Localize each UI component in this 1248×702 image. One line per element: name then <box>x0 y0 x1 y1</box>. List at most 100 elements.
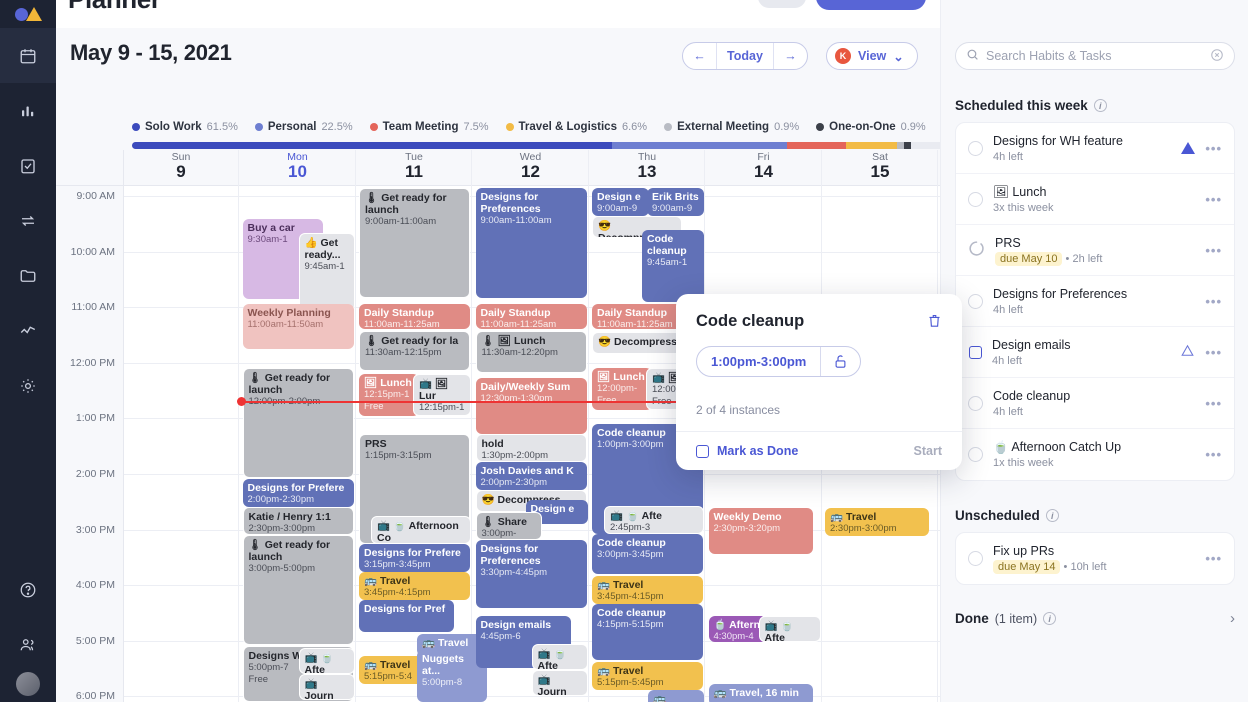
calendar-event[interactable]: Designs for Prefere 2:00pm-2:30pm <box>242 479 354 507</box>
rail-item-sync[interactable] <box>0 193 56 248</box>
scheduled-task-row[interactable]: Design emails 4h left ••• <box>956 327 1234 378</box>
calendar-event[interactable]: 🚌 Travel 2:30pm-3:00pm <box>825 508 929 536</box>
user-avatar[interactable] <box>16 672 40 696</box>
legend-item[interactable]: Personal 22.5% <box>254 121 353 133</box>
next-week-button[interactable]: → <box>773 43 807 69</box>
trash-icon[interactable] <box>927 312 942 332</box>
scheduled-task-row[interactable]: Designs for WH feature 4h left ••• <box>956 123 1234 174</box>
calendar-event[interactable]: Designs for Prefere 3:15pm-3:45pm <box>359 544 470 572</box>
rail-item-people[interactable] <box>0 617 56 672</box>
task-toggle-circle[interactable] <box>968 447 983 462</box>
today-button[interactable]: Today <box>717 43 773 69</box>
calendar-event[interactable]: Design e 9:00am-9 <box>592 188 649 216</box>
calendar-event[interactable]: 📺 🍵 Afte 2:45pm-3 <box>604 506 704 534</box>
calendar-event[interactable]: 🚌 Travel <box>648 690 704 702</box>
calendar-event[interactable]: 🌡 Get ready for launch 9:00am-11:00am <box>359 188 470 298</box>
scheduled-task-row[interactable]: Designs for Preferences 4h left ••• <box>956 276 1234 327</box>
header-primary-button[interactable] <box>816 0 926 10</box>
header-secondary-button[interactable] <box>758 0 806 8</box>
calendar-event[interactable]: Weekly Demo 2:30pm-3:20pm <box>708 508 813 554</box>
calendar-event[interactable]: 🌡 Get ready for launch 3:00pm-5:00pm <box>242 535 354 645</box>
calendar-event[interactable]: Josh Davies and K 2:00pm-2:30pm <box>475 462 587 490</box>
task-progress-ring[interactable] <box>968 240 985 260</box>
calendar-event[interactable]: 🚌 Travel 5:15pm-5:45pm <box>592 662 703 690</box>
calendar-event[interactable]: 🖼 Lunch 12:00pm- Free <box>592 368 652 410</box>
task-more-options[interactable]: ••• <box>1205 243 1222 258</box>
legend-item[interactable]: External Meeting 0.9% <box>664 121 799 133</box>
legend-item[interactable]: One-on-One 0.9% <box>816 121 926 133</box>
calendar-event[interactable]: 📺 🍵 Afternoon Co2:45pm-3:10pm <box>371 516 471 544</box>
calendar-event[interactable]: 📺 🖼 Lur12:15pm-1Free <box>413 374 471 416</box>
priority-flag-icon[interactable] <box>1180 344 1195 360</box>
calendar-event[interactable]: hold 1:30pm-2:00pm <box>475 434 587 462</box>
task-more-options[interactable]: ••• <box>1205 192 1222 207</box>
task-more-options[interactable]: ••• <box>1205 396 1222 411</box>
calendar-event[interactable]: Code cleanup 9:45am-1 <box>642 230 704 302</box>
done-section-header[interactable]: Done (1 item) i › <box>955 610 1235 627</box>
info-icon[interactable]: i <box>1093 99 1107 112</box>
day-header-sun[interactable]: Sun 9 <box>124 150 239 186</box>
legend-item[interactable]: Solo Work 61.5% <box>132 121 238 133</box>
task-more-options[interactable]: ••• <box>1205 551 1222 566</box>
task-toggle-circle[interactable] <box>968 140 983 156</box>
rail-item-tasks[interactable] <box>0 138 56 193</box>
rail-item-analytics[interactable] <box>0 83 56 138</box>
calendar-event[interactable]: 🌡 🖼 Lunch 11:30am-12:20pm <box>475 331 587 373</box>
scheduled-task-row[interactable]: Code cleanup 4h left ••• <box>956 378 1234 429</box>
legend-item[interactable]: Team Meeting 7.5% <box>369 121 489 133</box>
priority-flag-icon[interactable] <box>1181 142 1196 154</box>
legend-item[interactable]: Travel & Logistics 6.6% <box>505 121 647 133</box>
calendar-event[interactable]: Code cleanup 4:15pm-5:15pm <box>592 604 703 660</box>
calendar-event[interactable]: Weekly Planning 11:00am-11:50am <box>242 304 354 349</box>
calendar-event[interactable]: Designs for Preferences 9:00am-11:00am <box>475 188 587 298</box>
day-header-mon[interactable]: Mon 10 <box>241 150 356 186</box>
info-icon[interactable]: i <box>1045 509 1059 522</box>
task-more-options[interactable]: ••• <box>1205 447 1222 462</box>
scheduled-task-row[interactable]: 🍵 Afternoon Catch Up 1x this week ••• <box>956 429 1234 480</box>
info-icon[interactable]: i <box>1043 612 1057 625</box>
calendar-event[interactable]: Designs for Preferences 3:30pm-4:45pm <box>475 540 587 608</box>
calendar-event[interactable]: 📺 🍵 Afte5:00pm-5 <box>298 648 355 674</box>
mark-done-checkbox[interactable] <box>696 444 709 458</box>
calendar-event[interactable]: 🍵 Aftern 4:30pm-4 <box>708 616 767 642</box>
task-checkbox[interactable] <box>969 345 982 359</box>
event-detail-popover[interactable]: Code cleanup 1:00pm-3:00pm 2 of 4 instan… <box>676 294 962 470</box>
day-column-sun[interactable] <box>124 186 239 702</box>
rail-item-trends[interactable] <box>0 303 56 358</box>
calendar-event[interactable]: 📺 Journ <box>531 670 588 696</box>
calendar-event[interactable]: 🌡 Share3:00pm-3:30pm <box>475 512 542 540</box>
calendar-event[interactable]: Daily Standup 11:00am-11:25am <box>359 304 470 329</box>
view-selector-button[interactable]: K View ⌄ <box>826 42 918 70</box>
rail-item-help[interactable] <box>0 562 56 617</box>
calendar-event[interactable]: Designs for Pref <box>359 600 454 632</box>
task-more-options[interactable]: ••• <box>1205 141 1222 156</box>
rail-item-settings[interactable] <box>0 358 56 413</box>
task-toggle-circle[interactable] <box>968 293 983 309</box>
clear-search-icon[interactable] <box>1210 48 1224 65</box>
scheduled-task-row[interactable]: 🖼 Lunch 3x this week ••• <box>956 174 1234 225</box>
day-header-tue[interactable]: Tue 11 <box>357 150 472 186</box>
rail-item-folder[interactable] <box>0 248 56 303</box>
calendar-event[interactable]: Code cleanup 3:00pm-3:45pm <box>592 534 703 574</box>
task-toggle-circle[interactable] <box>968 191 983 207</box>
calendar-event[interactable]: Daily/Weekly Sum 12:30pm-1:30pm <box>475 378 587 434</box>
calendar-event[interactable]: Daily Standup 11:00am-11:25am <box>475 304 587 329</box>
calendar-event[interactable]: 🚌 Travel 3:45pm-4:15pm <box>592 576 703 604</box>
prev-week-button[interactable]: ← <box>683 43 717 69</box>
day-header-fri[interactable]: Fri 14 <box>707 150 822 186</box>
scheduled-task-row[interactable]: PRS due May 10 • 2h left ••• <box>956 225 1234 276</box>
calendar-event[interactable]: 🖼 Lunch 12:15pm-1 Free <box>359 374 419 416</box>
task-toggle-circle[interactable] <box>968 395 983 411</box>
rail-item-calendar[interactable] <box>0 28 56 83</box>
task-toggle-circle[interactable] <box>968 551 983 566</box>
calendar-event[interactable]: 🌡 Get ready for la 11:30am-12:15pm <box>359 331 470 371</box>
day-header-thu[interactable]: Thu 13 <box>590 150 705 186</box>
search-input[interactable]: Search Habits & Tasks <box>955 42 1235 70</box>
day-header-wed[interactable]: Wed 12 <box>474 150 589 186</box>
chevron-right-icon[interactable]: › <box>1230 610 1235 627</box>
calendar-event[interactable]: 👍 Get ready... 9:45am-1 <box>298 233 355 311</box>
task-more-options[interactable]: ••• <box>1205 294 1222 309</box>
calendar-event[interactable]: 📺 Journ <box>298 674 355 700</box>
day-header-sat[interactable]: Sat 15 <box>823 150 938 186</box>
start-button[interactable]: Start <box>914 444 942 458</box>
